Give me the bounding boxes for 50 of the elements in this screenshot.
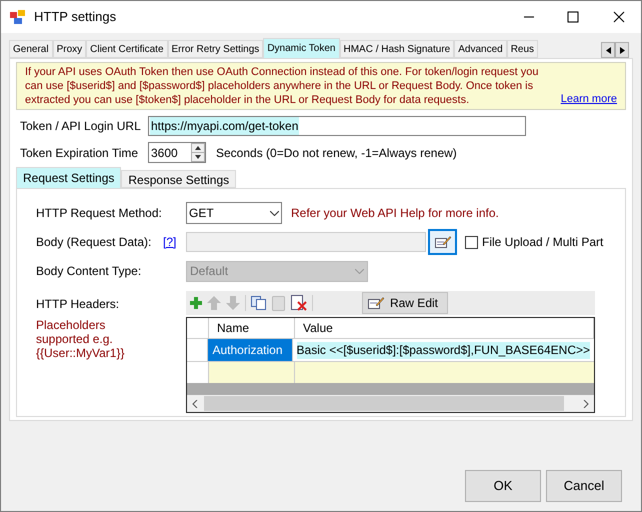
table-cell[interactable]: Basic <<[$userid$]:[$password$],FUN_BASE64ENC>>	[296, 342, 590, 358]
placeholders-note: Placeholders supported e.g. {{User::MyVar1}}	[36, 318, 126, 360]
field-label: HTTP Headers:	[36, 296, 120, 313]
maximize-icon[interactable]	[567, 11, 579, 23]
close-icon[interactable]	[613, 11, 625, 23]
sub-tab[interactable]: Request Settings	[16, 167, 122, 188]
horizontal-scrollbar[interactable]	[187, 395, 594, 412]
chevron-down-icon	[355, 268, 364, 274]
right-arrow-icon	[620, 46, 624, 54]
learn-more-link[interactable]: Learn more	[560, 90, 617, 107]
left-arrow-icon	[606, 46, 610, 54]
field-label: Token / API Login URL	[20, 118, 142, 135]
window-title: HTTP settings	[34, 8, 116, 26]
app-icon	[10, 10, 26, 24]
number-field[interactable]: 3600	[148, 142, 206, 163]
field-label: Body (Request Data):	[36, 234, 152, 251]
info-text: If your API uses OAuth Token then use OAuth Connection instead of this one. For token/login request you can use [$userid$] and [$password$] placeholders anywhere in the URL or Request Body. Once token is extracted you can use [$token$] placeholder in the URL or Request Body for data requests.	[25, 65, 540, 107]
spinner-icon[interactable]	[191, 143, 205, 162]
tab[interactable]: Advanced	[454, 40, 507, 58]
url-field[interactable]: https://myapi.com/get-token	[148, 116, 526, 136]
tab[interactable]: Reus	[506, 40, 538, 58]
column-header: Value	[295, 318, 594, 338]
table-cell[interactable]: Authorization	[208, 339, 293, 361]
dialog-button[interactable]: OK	[465, 470, 541, 502]
copy-icon[interactable]	[251, 296, 267, 310]
edit-icon	[368, 296, 384, 310]
tab[interactable]: Error Retry Settings	[168, 40, 264, 58]
sub-tab[interactable]: Response Settings	[121, 170, 236, 188]
method-note: Refer your Web API Help for more info.	[291, 205, 499, 222]
field-label: HTTP Request Method:	[36, 205, 163, 222]
method-dropdown[interactable]: GET	[186, 202, 282, 224]
chevron-down-icon	[270, 210, 279, 216]
tab-scroll-left[interactable]	[601, 42, 615, 58]
field-label: Body Content Type:	[36, 263, 142, 280]
add-icon[interactable]	[190, 297, 202, 309]
hint-text: Seconds (0=Do not renew, -1=Always renew)	[216, 144, 457, 162]
tab[interactable]: Proxy	[52, 40, 86, 58]
tab[interactable]: Dynamic Token	[263, 38, 340, 58]
dialog-button[interactable]: Cancel	[546, 470, 622, 502]
tab[interactable]: Client Certificate	[86, 40, 168, 58]
edit-icon	[434, 235, 450, 249]
raw-edit-button[interactable]: Raw Edit	[362, 292, 448, 314]
column-header: Name	[209, 318, 295, 338]
tab-scroll-right[interactable]	[615, 42, 629, 58]
edit-body-button[interactable]	[428, 229, 457, 255]
tab[interactable]: General	[9, 40, 53, 58]
field-label: Token Expiration Time	[20, 144, 140, 162]
tab[interactable]: HMAC / Hash Signature	[340, 40, 454, 58]
delete-icon[interactable]	[291, 295, 307, 311]
checkbox-label: File Upload / Multi Part	[482, 234, 604, 251]
